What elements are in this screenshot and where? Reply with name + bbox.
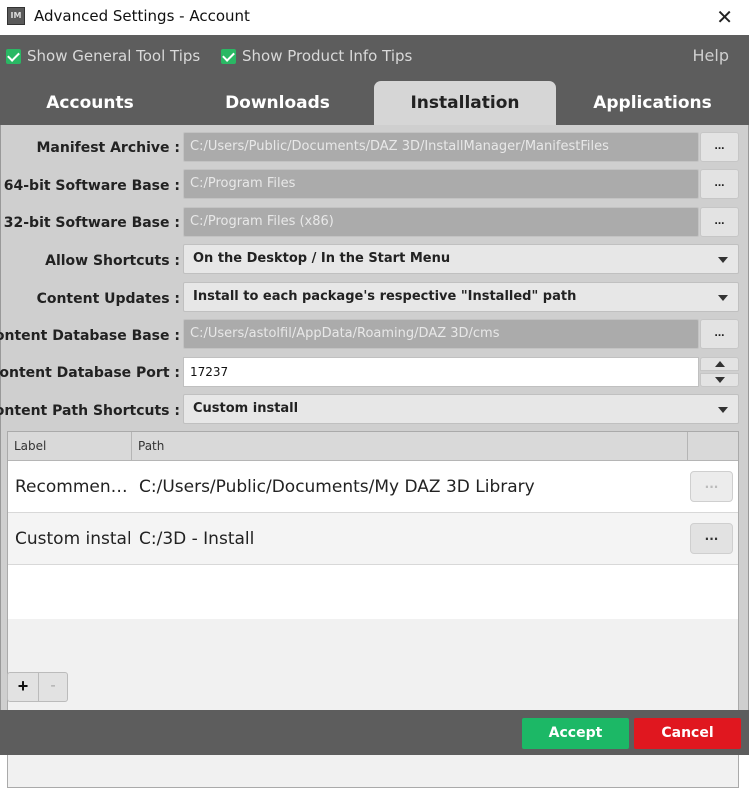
cancel-button[interactable]: Cancel <box>634 718 741 749</box>
row-label: Recommen… <box>15 477 128 497</box>
content-path-shortcuts-label: Content Path Shortcuts : <box>0 403 180 419</box>
table-row[interactable]: Custom install C:/3D - Install ... <box>8 513 738 565</box>
tab-accounts[interactable]: Accounts <box>0 81 180 125</box>
general-tooltips-label: Show General Tool Tips <box>27 47 201 65</box>
column-header-label[interactable]: Label <box>8 432 132 460</box>
manifest-archive-field[interactable]: C:/Users/Public/Documents/DAZ 3D/Install… <box>183 132 699 162</box>
content-updates-label: Content Updates : <box>36 291 180 307</box>
allow-shortcuts-value: On the Desktop / In the Start Menu <box>193 251 451 266</box>
software-64-browse-button[interactable]: ... <box>700 169 739 199</box>
content-path-shortcuts-value: Custom install <box>193 401 299 416</box>
tab-applications[interactable]: Applications <box>560 81 745 125</box>
tab-downloads[interactable]: Downloads <box>185 81 370 125</box>
installation-panel: Manifest Archive : C:/Users/Public/Docum… <box>0 125 749 788</box>
row-browse-button[interactable]: ... <box>690 523 733 554</box>
row-path: C:/Users/Public/Documents/My DAZ 3D Libr… <box>139 477 535 497</box>
spin-down-icon[interactable] <box>700 373 739 387</box>
checkbox-checked-icon[interactable] <box>6 48 21 64</box>
allow-shortcuts-select[interactable]: On the Desktop / In the Start Menu <box>183 244 739 274</box>
app-icon: IM <box>7 7 25 25</box>
footer-bar: Accept Cancel <box>0 710 749 755</box>
title-bar: IM Advanced Settings - Account ✕ <box>0 0 749 35</box>
chevron-down-icon <box>718 257 728 263</box>
column-header-path[interactable]: Path <box>132 432 688 460</box>
software-32-field[interactable]: C:/Program Files (x86) <box>183 207 699 237</box>
manifest-archive-label: Manifest Archive : <box>36 140 180 156</box>
content-db-base-label: Content Database Base : <box>0 328 180 344</box>
software-64-label: 64-bit Software Base : <box>3 178 180 194</box>
accept-button[interactable]: Accept <box>522 718 629 749</box>
remove-row-button[interactable]: - <box>39 673 67 701</box>
content-updates-value: Install to each package's respective "In… <box>193 289 577 304</box>
row-browse-button[interactable]: ... <box>690 471 733 502</box>
content-db-port-input[interactable]: 17237 <box>183 357 699 387</box>
table-header: Label Path <box>8 432 738 461</box>
chevron-down-icon <box>718 407 728 413</box>
content-db-base-browse-button[interactable]: ... <box>700 319 739 349</box>
content-db-base-field[interactable]: C:/Users/astolfil/AppData/Roaming/DAZ 3D… <box>183 319 699 349</box>
row-path: C:/3D - Install <box>139 529 255 549</box>
row-label: Custom install <box>15 529 130 549</box>
content-path-shortcuts-select[interactable]: Custom install <box>183 394 739 424</box>
close-icon[interactable]: ✕ <box>716 5 733 29</box>
table-row[interactable]: Recommen… C:/Users/Public/Documents/My D… <box>8 461 738 513</box>
manifest-archive-browse-button[interactable]: ... <box>700 132 739 162</box>
software-32-label: 32-bit Software Base : <box>3 215 180 231</box>
software-64-field[interactable]: C:/Program Files <box>183 169 699 199</box>
software-32-browse-button[interactable]: ... <box>700 207 739 237</box>
row-add-remove-controls: + - <box>7 672 68 702</box>
product-tips-toggle[interactable]: Show Product Info Tips <box>221 47 412 65</box>
content-db-port-label: Content Database Port : <box>0 365 180 381</box>
table-empty-area <box>8 619 738 787</box>
product-tips-label: Show Product Info Tips <box>242 47 413 65</box>
table-empty-area <box>8 565 738 619</box>
allow-shortcuts-label: Allow Shortcuts : <box>45 253 180 269</box>
header-bar: Show General Tool Tips Show Product Info… <box>0 35 749 125</box>
content-updates-select[interactable]: Install to each package's respective "In… <box>183 282 739 312</box>
chevron-down-icon <box>718 295 728 301</box>
column-header-actions <box>688 432 738 460</box>
add-row-button[interactable]: + <box>8 673 39 701</box>
port-spinner[interactable] <box>700 357 739 387</box>
checkbox-checked-icon[interactable] <box>221 48 236 64</box>
general-tooltips-toggle[interactable]: Show General Tool Tips <box>6 47 200 65</box>
tab-installation[interactable]: Installation <box>374 81 556 125</box>
spin-up-icon[interactable] <box>700 357 739 371</box>
window-title: Advanced Settings - Account <box>34 7 250 25</box>
help-link[interactable]: Help <box>693 46 729 65</box>
